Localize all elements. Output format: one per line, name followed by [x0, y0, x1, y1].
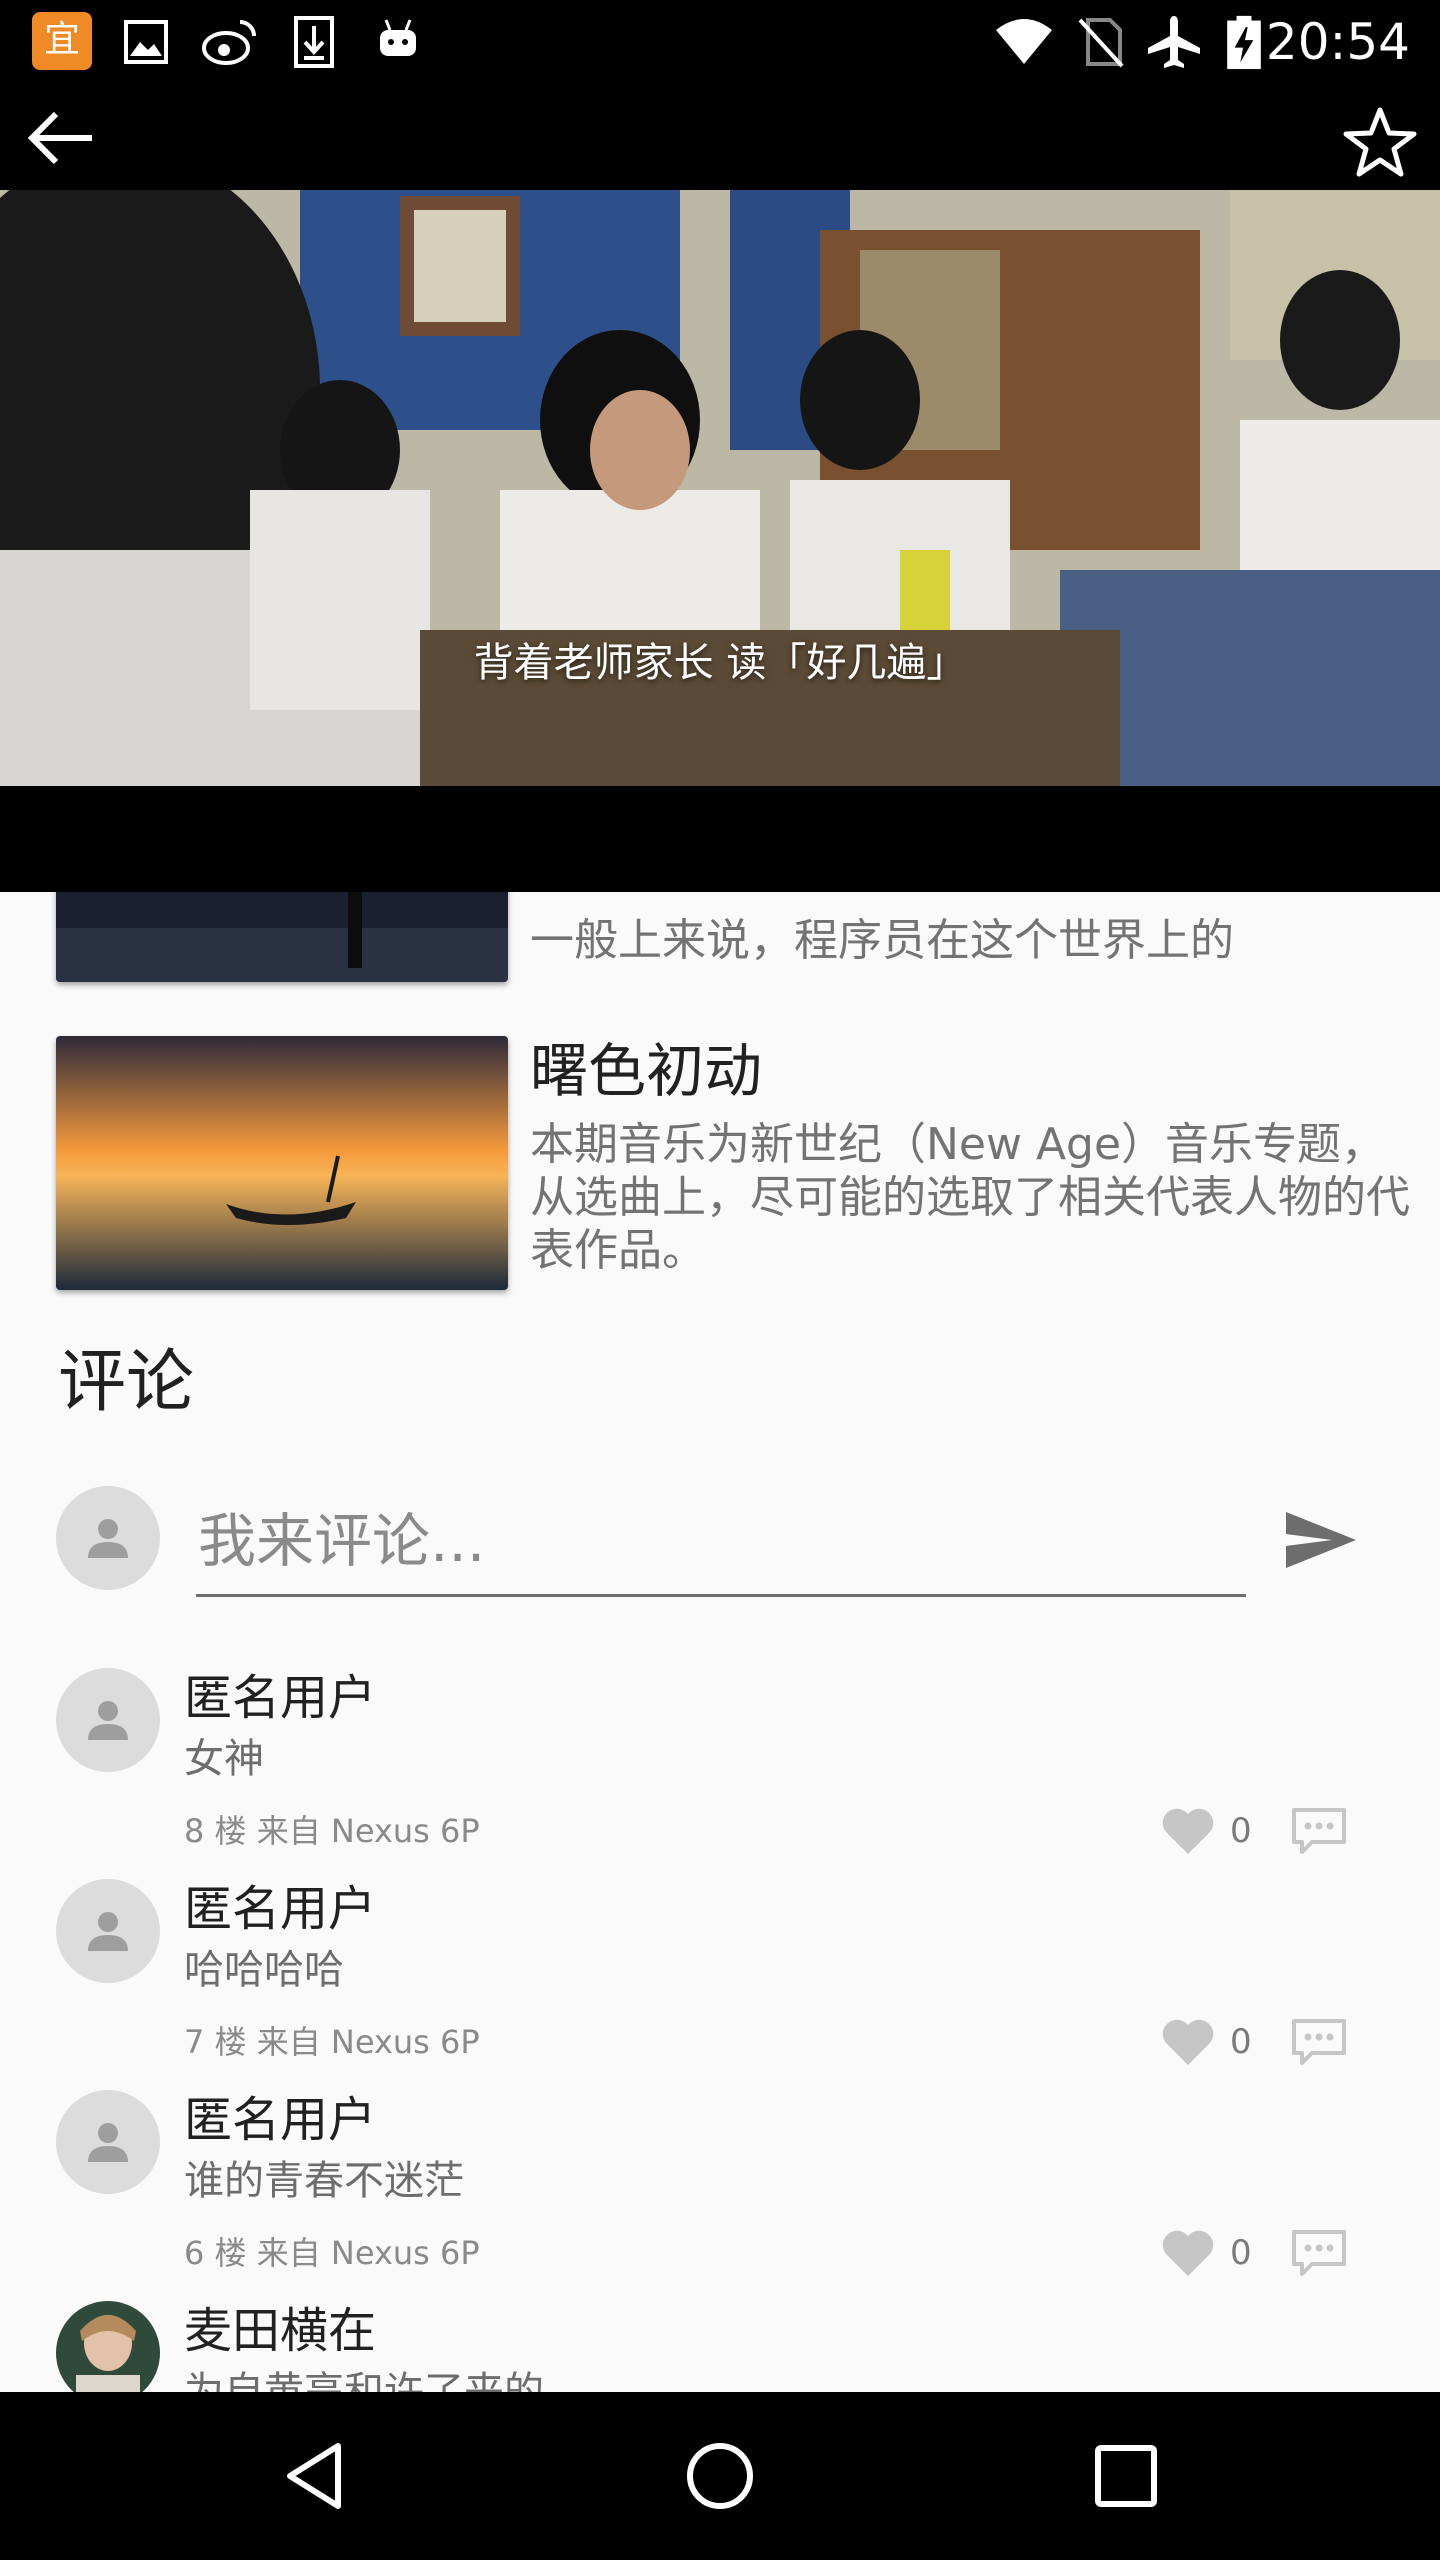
commenter-avatar[interactable]: [56, 2301, 160, 2405]
commenter-name[interactable]: 匿名用户: [184, 1879, 376, 1939]
user-photo-avatar: [56, 2301, 160, 2405]
like-count: 0: [1230, 1811, 1252, 1851]
app-notification-icon: 宜: [32, 12, 92, 70]
arrow-back-icon[interactable]: [22, 108, 102, 168]
android-icon: [380, 19, 416, 56]
comment-item[interactable]: 匿名用户哈哈哈哈 7 楼 来自 Nexus 6P 0: [0, 1875, 1440, 2085]
comment-meta: 6 楼 来自 Nexus 6P: [184, 2234, 480, 2272]
app-bar: [0, 84, 1440, 190]
commenter-avatar[interactable]: [56, 1879, 160, 1983]
article-title: 曙色初动: [530, 1037, 763, 1105]
comment-item[interactable]: 匿名用户女神 8 楼 来自 Nexus 6P 0: [0, 1664, 1440, 1874]
no-sim-icon: [1078, 18, 1124, 68]
heart-icon[interactable]: [1160, 2017, 1216, 2067]
like-count: 0: [1230, 2022, 1252, 2062]
navigation-bar: [0, 2392, 1440, 2560]
video-frame: 背着老师家长 读「好几遍」: [0, 190, 1440, 786]
comment-input[interactable]: [196, 1488, 1246, 1597]
comment-text: 女神: [184, 1736, 264, 1782]
comment-text: 哈哈哈哈: [184, 1947, 344, 1993]
nav-home-icon[interactable]: [680, 2436, 760, 2516]
star-outline-icon[interactable]: [1342, 106, 1418, 178]
comment-item[interactable]: 匿名用户谁的青春不迷茫 6 楼 来自 Nexus 6P 0: [0, 2086, 1440, 2296]
comment-meta: 8 楼 来自 Nexus 6P: [184, 1812, 480, 1850]
wifi-icon: [996, 19, 1052, 64]
commenter-name[interactable]: 匿名用户: [184, 1668, 376, 1728]
nav-back-icon[interactable]: [276, 2436, 356, 2516]
article-item[interactable]: 曙色初动 本期音乐为新世纪（New Age）音乐专题，从选曲上，尽可能的选取了相…: [56, 1036, 1410, 1290]
comment-meta: 7 楼 来自 Nexus 6P: [184, 2023, 480, 2061]
weibo-icon: [202, 20, 256, 65]
commenter-name[interactable]: 麦田横在: [184, 2301, 376, 2361]
person-icon: [88, 1519, 128, 1558]
nav-recents-icon[interactable]: [1086, 2436, 1166, 2516]
airplane-mode-icon: [1148, 16, 1200, 68]
person-icon: [88, 1912, 128, 1951]
video-still-image: [0, 190, 1440, 786]
person-icon: [88, 1701, 128, 1740]
send-icon[interactable]: [1280, 1500, 1360, 1580]
commenter-avatar[interactable]: [56, 1668, 160, 1772]
article-description: 一般上来说，程序员在这个世界上的: [530, 915, 1234, 966]
article-thumbnail: [56, 1036, 508, 1290]
article-thumbnail: [56, 892, 508, 982]
video-subtitle: 背着老师家长 读「好几遍」: [473, 640, 967, 686]
article-description: 本期音乐为新世纪（New Age）音乐专题，从选曲上，尽可能的选取了相关代表人物…: [530, 1119, 1410, 1276]
status-bar: 宜 20:54: [0, 0, 1440, 84]
comment-text: 谁的青春不迷茫: [184, 2158, 464, 2204]
heart-icon[interactable]: [1160, 2228, 1216, 2278]
status-clock: 20:54: [1265, 13, 1410, 71]
video-player[interactable]: 背着老师家长 读「好几遍」: [0, 190, 1440, 892]
download-icon: [294, 16, 334, 68]
commenter-name[interactable]: 匿名用户: [184, 2090, 376, 2150]
like-count: 0: [1230, 2233, 1252, 2273]
battery-charging-icon: [1227, 15, 1261, 70]
reply-icon[interactable]: [1290, 1806, 1348, 1856]
current-user-avatar: [56, 1486, 160, 1590]
reply-icon[interactable]: [1290, 2017, 1348, 2067]
comments-section-title: 评论: [58, 1343, 195, 1422]
gallery-icon: [124, 20, 168, 64]
reply-icon[interactable]: [1290, 2228, 1348, 2278]
heart-icon[interactable]: [1160, 1806, 1216, 1856]
commenter-avatar[interactable]: [56, 2090, 160, 2194]
person-icon: [88, 2123, 128, 2162]
article-item[interactable]: 一般上来说，程序员在这个世界上的: [56, 892, 1386, 982]
related-article-list: 一般上来说，程序员在这个世界上的 曙色初动 本期音乐为新世纪（New Age）音…: [0, 892, 1440, 1312]
